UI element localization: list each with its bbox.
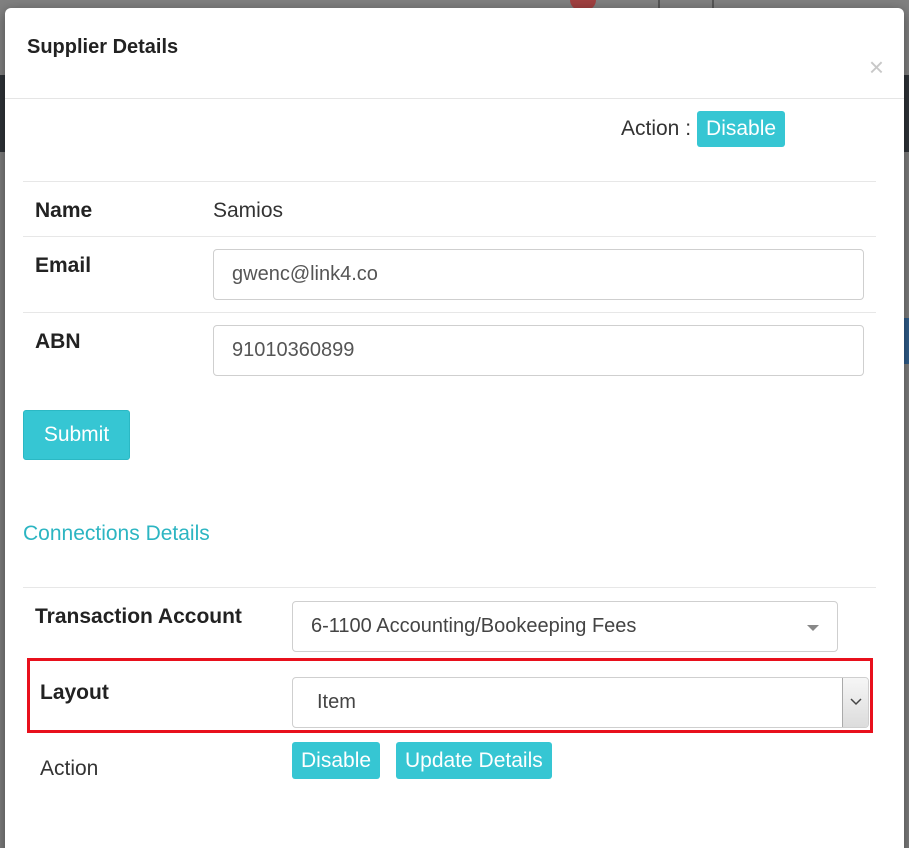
submit-button[interactable]: Submit (23, 410, 130, 460)
chevron-down-icon (842, 678, 868, 727)
disable-connection-button[interactable]: Disable (292, 742, 381, 779)
connections-section-title: Connections Details (23, 522, 210, 545)
name-row: Name Samios (23, 181, 876, 236)
action-label: Action : (621, 117, 692, 140)
header-action-group: Action : Disable (621, 111, 786, 147)
modal-header: Supplier Details × (5, 8, 904, 99)
layout-value: Item (317, 691, 356, 713)
abn-row: ABN (23, 312, 876, 388)
transaction-account-value: 6-1100 Accounting/Bookeeping Fees (311, 615, 637, 637)
transaction-account-label: Transaction Account (35, 605, 242, 628)
abn-field[interactable] (213, 325, 864, 376)
name-value: Samios (213, 199, 284, 222)
disable-supplier-button[interactable]: Disable (697, 111, 786, 147)
modal-title: Supplier Details (27, 36, 179, 58)
abn-label: ABN (35, 330, 81, 353)
name-label: Name (35, 199, 93, 222)
update-details-button[interactable]: Update Details (396, 742, 552, 779)
email-row: Email (23, 236, 876, 312)
connections-action-label: Action (40, 757, 99, 780)
transaction-account-select[interactable]: 6-1100 Accounting/Bookeeping Fees (292, 601, 838, 652)
email-label: Email (35, 254, 92, 277)
email-field[interactable] (213, 249, 864, 300)
layout-label: Layout (40, 681, 109, 704)
close-icon[interactable]: × (869, 54, 884, 80)
layout-select[interactable]: Item (292, 677, 869, 728)
caret-down-icon (807, 625, 819, 631)
